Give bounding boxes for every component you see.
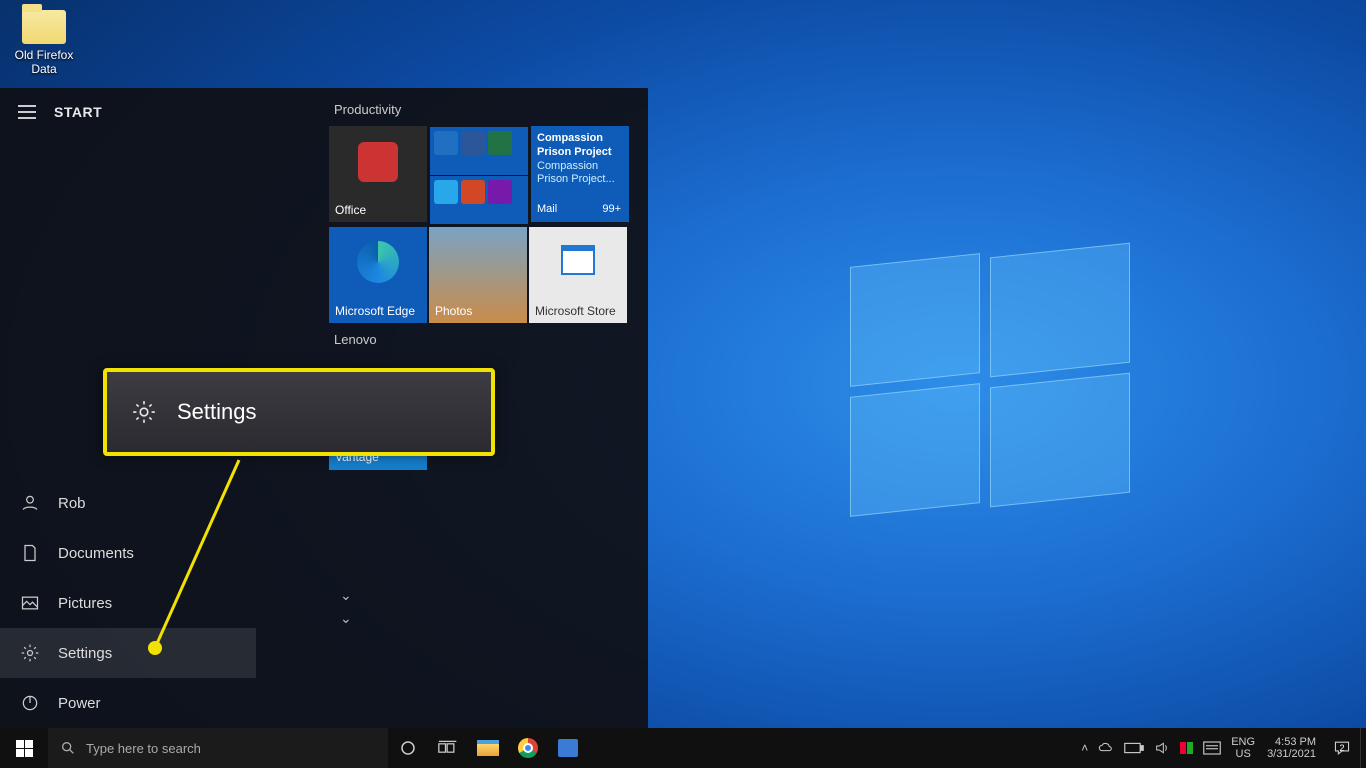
file-explorer-icon (477, 740, 499, 756)
tooltip-label: Settings (177, 399, 257, 425)
tile-edge[interactable]: Microsoft Edge (329, 227, 427, 323)
mail-subhead: Compassion Prison Project... (537, 160, 623, 188)
taskbar-search[interactable]: Type here to search (48, 728, 388, 768)
office-apps-icons (430, 176, 520, 232)
taskview-icon (438, 740, 458, 756)
hamburger-icon[interactable] (18, 105, 36, 119)
rail-settings[interactable]: Settings (0, 628, 256, 678)
pictures-icon (20, 593, 40, 613)
desktop-icon-old-firefox-data[interactable]: Old Firefox Data (8, 10, 80, 76)
tile-caption: Microsoft Edge (335, 304, 421, 318)
start-menu-title: START (54, 104, 102, 120)
tile-store[interactable]: Microsoft Store (529, 227, 627, 323)
power-icon (20, 693, 40, 713)
chevron-down-icon[interactable]: ⌄ (340, 610, 618, 627)
mail-badge: 99+ (602, 203, 621, 217)
search-icon (60, 740, 76, 756)
office-apps-icons (430, 127, 520, 183)
windows-logo-wallpaper (850, 260, 1130, 520)
taskbar-app-chrome[interactable] (508, 728, 548, 768)
notification-count: 2 (1339, 743, 1344, 753)
tile-office[interactable]: Office (329, 126, 427, 222)
rail-pictures[interactable]: Pictures (0, 578, 256, 628)
language-indicator[interactable]: ENG US (1227, 736, 1259, 760)
system-tray: ˄ (1075, 740, 1227, 756)
windows-icon (16, 740, 33, 757)
mail-label: Mail (537, 203, 557, 217)
gear-icon (20, 643, 40, 663)
tile-photos[interactable]: Photos (429, 227, 527, 323)
start-rail: Rob Documents Pictures Settings Power (0, 478, 256, 728)
gear-icon (131, 399, 157, 425)
office-icon (358, 142, 398, 182)
battery-icon[interactable] (1124, 742, 1144, 754)
onedrive-icon[interactable] (1098, 741, 1114, 755)
rail-documents[interactable]: Documents (0, 528, 256, 578)
tray-overflow-button[interactable]: ˄ (1081, 741, 1088, 755)
keyboard-icon[interactable] (1203, 741, 1221, 755)
volume-icon[interactable] (1154, 740, 1170, 756)
tile-office-apps-top[interactable] (430, 127, 528, 175)
action-center-button[interactable]: 2 (1324, 740, 1360, 756)
tile-caption: Microsoft Store (535, 304, 621, 318)
language-code: ENG (1231, 736, 1255, 748)
start-button[interactable] (0, 728, 48, 768)
folder-icon (22, 10, 66, 44)
settings-tooltip-callout: Settings (103, 368, 495, 456)
taskbar-app-edge-legacy[interactable] (548, 728, 588, 768)
edge-icon (357, 241, 399, 283)
show-desktop-button[interactable] (1360, 728, 1366, 768)
task-view-button[interactable] (428, 728, 468, 768)
taskbar-app-file-explorer[interactable] (468, 728, 508, 768)
start-tiles: Productivity Office (328, 94, 630, 633)
group-label-lenovo[interactable]: Lenovo (334, 332, 630, 347)
clock-date: 3/31/2021 (1267, 748, 1316, 760)
security-icon[interactable] (1180, 742, 1193, 754)
document-icon (20, 543, 40, 563)
store-icon (561, 245, 595, 275)
rail-label: Power (58, 695, 101, 712)
taskbar: Type here to search ˄ ENG US (0, 728, 1366, 768)
language-region: US (1236, 748, 1251, 760)
circle-icon (399, 739, 417, 757)
cortana-button[interactable] (388, 728, 428, 768)
rail-label: Documents (58, 545, 134, 562)
clock-time: 4:53 PM (1275, 736, 1316, 748)
rail-label: Settings (58, 645, 112, 662)
rail-label: Pictures (58, 595, 112, 612)
tile-mail[interactable]: Compassion Prison Project Compassion Pri… (531, 126, 629, 222)
mail-headline: Compassion Prison Project (537, 132, 623, 160)
desktop-icon-label: Old Firefox Data (8, 48, 80, 76)
taskbar-clock[interactable]: 4:53 PM 3/31/2021 (1259, 736, 1324, 760)
chrome-icon (518, 738, 538, 758)
search-placeholder: Type here to search (86, 741, 201, 756)
tile-caption: Photos (435, 304, 521, 318)
rail-power[interactable]: Power (0, 678, 256, 728)
chevron-down-icon[interactable]: ⌄ (340, 587, 618, 604)
rail-user[interactable]: Rob (0, 478, 256, 528)
group-label-productivity[interactable]: Productivity (334, 102, 630, 117)
app-icon (558, 739, 578, 757)
rail-label: Rob (58, 495, 86, 512)
tile-caption: Office (335, 203, 421, 217)
user-icon (20, 493, 40, 513)
desktop[interactable]: Old Firefox Data START Productivity Offi… (0, 0, 1366, 768)
tile-office-apps-bottom[interactable] (430, 176, 528, 224)
